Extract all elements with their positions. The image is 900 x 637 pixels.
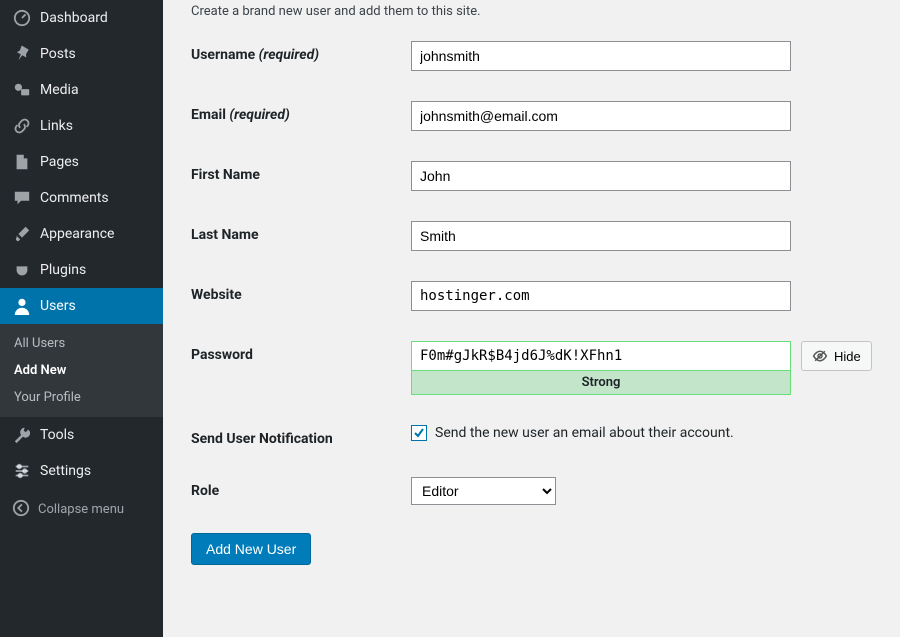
sidebar-item-users[interactable]: Users [0, 288, 163, 324]
first-name-input[interactable] [411, 161, 791, 191]
website-input[interactable] [411, 281, 791, 311]
sidebar-item-label: Media [40, 82, 79, 98]
first-name-label: First Name [191, 161, 411, 183]
user-icon [12, 296, 32, 316]
page-icon [12, 152, 32, 172]
page-description: Create a brand new user and add them to … [191, 4, 872, 19]
dashboard-icon [12, 8, 32, 28]
sidebar-item-tools[interactable]: Tools [0, 417, 163, 453]
sidebar-item-dashboard[interactable]: Dashboard [0, 0, 163, 36]
sidebar-item-label: Appearance [40, 226, 114, 242]
sidebar-item-posts[interactable]: Posts [0, 36, 163, 72]
website-label: Website [191, 281, 411, 303]
sidebar-item-label: Posts [40, 46, 76, 62]
collapse-menu[interactable]: Collapse menu [0, 489, 163, 529]
sidebar-item-label: Plugins [40, 262, 86, 278]
sidebar-item-plugins[interactable]: Plugins [0, 252, 163, 288]
sidebar-item-label: Tools [40, 427, 74, 443]
role-select[interactable]: Editor [411, 477, 556, 505]
sidebar-item-media[interactable]: Media [0, 72, 163, 108]
submenu-add-new[interactable]: Add New [0, 357, 163, 384]
last-name-input[interactable] [411, 221, 791, 251]
add-new-user-button[interactable]: Add New User [191, 533, 311, 565]
sidebar-item-label: Comments [40, 190, 109, 206]
sidebar-item-label: Links [40, 118, 73, 134]
submenu-your-profile[interactable]: Your Profile [0, 384, 163, 411]
username-input[interactable] [411, 41, 791, 71]
sidebar-item-label: Users [40, 298, 76, 314]
username-label: Username (required) [191, 41, 411, 63]
sidebar-item-appearance[interactable]: Appearance [0, 216, 163, 252]
media-icon [12, 80, 32, 100]
last-name-label: Last Name [191, 221, 411, 243]
sidebar-item-settings[interactable]: Settings [0, 453, 163, 489]
collapse-label: Collapse menu [38, 502, 124, 517]
password-input[interactable] [411, 341, 791, 371]
email-input[interactable] [411, 101, 791, 131]
plug-icon [12, 260, 32, 280]
link-icon [12, 116, 32, 136]
brush-icon [12, 224, 32, 244]
main-content: Create a brand new user and add them to … [163, 0, 900, 637]
submenu-all-users[interactable]: All Users [0, 330, 163, 357]
hide-button-label: Hide [834, 349, 861, 364]
password-label: Password [191, 341, 411, 363]
sidebar-item-pages[interactable]: Pages [0, 144, 163, 180]
pin-icon [12, 44, 32, 64]
sidebar-item-links[interactable]: Links [0, 108, 163, 144]
sidebar-item-comments[interactable]: Comments [0, 180, 163, 216]
collapse-icon [12, 499, 32, 519]
notify-label: Send User Notification [191, 425, 411, 447]
wrench-icon [12, 425, 32, 445]
eye-off-icon [812, 348, 828, 364]
sidebar-item-label: Dashboard [40, 10, 108, 26]
role-label: Role [191, 477, 411, 499]
admin-sidebar: Dashboard Posts Media Links Pages Commen… [0, 0, 163, 637]
sidebar-submenu-users: All Users Add New Your Profile [0, 324, 163, 417]
password-strength: Strong [411, 371, 791, 395]
sidebar-item-label: Settings [40, 463, 91, 479]
sliders-icon [12, 461, 32, 481]
comment-icon [12, 188, 32, 208]
hide-password-button[interactable]: Hide [801, 341, 872, 371]
notify-checkbox[interactable] [411, 425, 427, 441]
notify-description: Send the new user an email about their a… [435, 425, 734, 441]
sidebar-item-label: Pages [40, 154, 79, 170]
email-label: Email (required) [191, 101, 411, 123]
